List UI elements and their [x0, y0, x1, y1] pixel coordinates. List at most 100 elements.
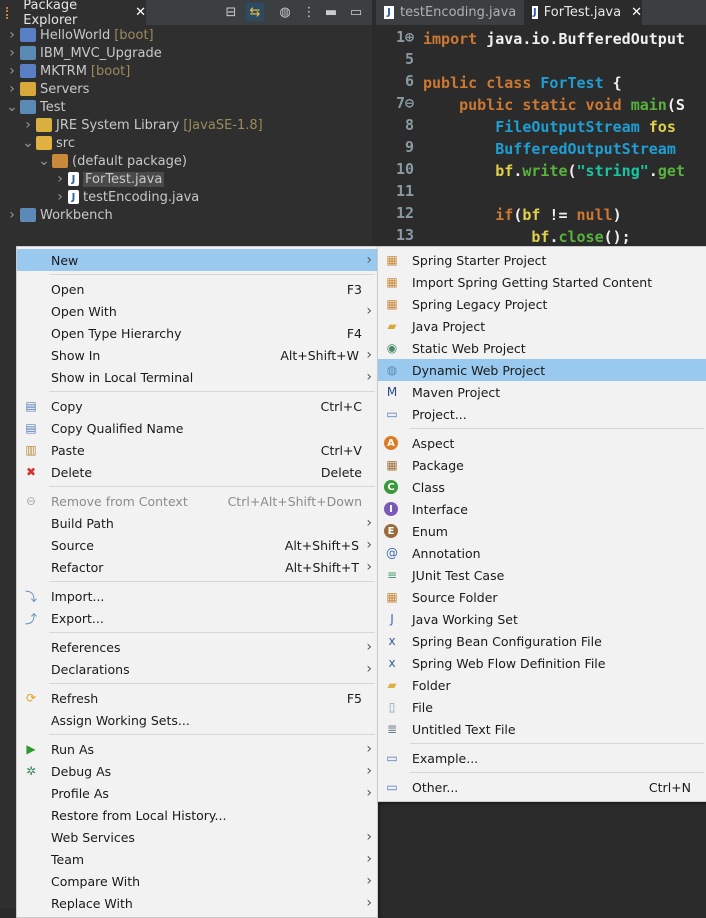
menu-item-dynamic-web-project[interactable]: ◍ Dynamic Web Project — [378, 359, 706, 381]
menu-item-shortcut: Ctrl+C — [320, 398, 362, 414]
tree-item[interactable]: ⌄ (default package) — [38, 152, 187, 170]
tree-item[interactable]: › JRE System Library [JavaSE-1.8] — [22, 116, 263, 134]
link-with-editor-icon[interactable]: ⇆ — [246, 3, 264, 21]
menu-item-web-services[interactable]: Web Services › — [17, 826, 377, 848]
minimize-icon[interactable]: ▬ — [322, 3, 340, 21]
chevron-right-icon[interactable]: › — [6, 81, 18, 97]
menu-item-restore-from-local-history[interactable]: Restore from Local History... — [17, 804, 377, 826]
menu-item-project[interactable]: ▭ Project... — [378, 403, 706, 425]
menu-separator — [49, 683, 375, 684]
menu-item-interface[interactable]: I Interface — [378, 498, 706, 520]
tree-item[interactable]: › J ForTest.java — [54, 170, 165, 188]
static-web-project-icon: ◉ — [386, 341, 398, 355]
menu-item-open[interactable]: Open F3 — [17, 278, 377, 300]
code-token: null — [576, 206, 613, 224]
menu-item-package[interactable]: ▦ Package — [378, 454, 706, 476]
menu-item-spring-web-flow-definition-file[interactable]: x Spring Web Flow Definition File — [378, 652, 706, 674]
tree-item[interactable]: › MKTRM [boot] — [6, 62, 130, 80]
menu-item-label: Paste — [51, 442, 85, 458]
tab-package-explorer[interactable]: Package Explorer ✕ — [0, 0, 146, 28]
menu-item-source-folder[interactable]: ▦ Source Folder — [378, 586, 706, 608]
menu-item-run-as[interactable]: ▶ Run As › — [17, 738, 377, 760]
menu-item-source[interactable]: Source Alt+Shift+S › — [17, 534, 377, 556]
menu-item-references[interactable]: References › — [17, 636, 377, 658]
menu-item-refresh[interactable]: ⟳ Refresh F5 — [17, 687, 377, 709]
menu-item-shortcut: F4 — [346, 325, 362, 341]
menu-item-export[interactable]: ⤴ Export... — [17, 607, 377, 629]
menu-item-compare-with[interactable]: Compare With › — [17, 870, 377, 892]
menu-separator — [49, 632, 375, 633]
menu-separator — [410, 428, 704, 429]
chevron-right-icon[interactable]: › — [6, 45, 18, 61]
menu-item-spring-starter-project[interactable]: ▦ Spring Starter Project — [378, 249, 706, 271]
tree-item[interactable]: › IBM_MVC_Upgrade — [6, 44, 162, 62]
chevron-right-icon[interactable]: › — [6, 207, 18, 223]
code-token: . — [648, 162, 658, 180]
close-icon[interactable]: ✕ — [631, 5, 642, 20]
menu-separator — [49, 274, 375, 275]
menu-item-open-type-hierarchy[interactable]: Open Type Hierarchy F4 — [17, 322, 377, 344]
menu-item-spring-bean-configuration-file[interactable]: x Spring Bean Configuration File — [378, 630, 706, 652]
menu-item-maven-project[interactable]: M Maven Project — [378, 381, 706, 403]
menu-item-import-spring-getting-started-content[interactable]: ▦ Import Spring Getting Started Content — [378, 271, 706, 293]
chevron-right-icon[interactable]: › — [54, 171, 66, 187]
menu-item-new[interactable]: New › — [17, 249, 377, 271]
menu-item-java-working-set[interactable]: J Java Working Set — [378, 608, 706, 630]
collapse-all-icon[interactable]: ⊟ — [222, 3, 240, 21]
chevron-right-icon[interactable]: › — [54, 189, 66, 205]
menu-item-untitled-text-file[interactable]: ≣ Untitled Text File — [378, 718, 706, 740]
menu-item-static-web-project[interactable]: ◉ Static Web Project — [378, 337, 706, 359]
tree-item[interactable]: › Servers — [6, 80, 89, 98]
menu-item-folder[interactable]: ▰ Folder — [378, 674, 706, 696]
menu-item-copy[interactable]: ▤ Copy Ctrl+C — [17, 395, 377, 417]
tree-item[interactable]: › Workbench — [6, 206, 113, 224]
menu-item-spring-legacy-project[interactable]: ▦ Spring Legacy Project — [378, 293, 706, 315]
menu-item-delete[interactable]: ✖ Delete Delete — [17, 461, 377, 483]
tab-testencoding-java[interactable]: J testEncoding.java — [376, 0, 524, 25]
menu-item-aspect[interactable]: A Aspect — [378, 432, 706, 454]
debug-icon: ✲ — [25, 764, 37, 778]
menu-item-class[interactable]: C Class — [378, 476, 706, 498]
menu-item-refactor[interactable]: Refactor Alt+Shift+T › — [17, 556, 377, 578]
menu-item-junit-test-case[interactable]: ≡ JUnit Test Case — [378, 564, 706, 586]
menu-item-assign-working-sets[interactable]: Assign Working Sets... — [17, 709, 377, 731]
menu-item-paste[interactable]: ▥ Paste Ctrl+V — [17, 439, 377, 461]
close-icon[interactable]: ✕ — [135, 5, 146, 20]
tree-item[interactable]: › JtestEncoding.java — [54, 188, 199, 206]
chevron-down-icon[interactable]: ⌄ — [22, 135, 34, 151]
tree-item-label: IBM_MVC_Upgrade — [40, 45, 162, 61]
menu-item-other[interactable]: ▭ Other... Ctrl+N — [378, 776, 706, 798]
menu-item-import[interactable]: ⤵ Import... — [17, 585, 377, 607]
menu-item-example[interactable]: ▭ Example... — [378, 747, 706, 769]
menu-item-open-with[interactable]: Open With › — [17, 300, 377, 322]
menu-item-replace-with[interactable]: Replace With › — [17, 892, 377, 914]
menu-item-file[interactable]: ▯ File — [378, 696, 706, 718]
chevron-down-icon[interactable]: ⌄ — [6, 99, 18, 115]
view-menu-icon[interactable]: ⋮ — [300, 3, 318, 21]
menu-item-declarations[interactable]: Declarations › — [17, 658, 377, 680]
chevron-right-icon[interactable]: › — [22, 117, 34, 133]
menu-item-copy-qualified-name[interactable]: ▤ Copy Qualified Name — [17, 417, 377, 439]
maven-project-icon: M — [386, 385, 398, 399]
menu-item-build-path[interactable]: Build Path › — [17, 512, 377, 534]
focus-on-active-task-icon[interactable]: ◍ — [276, 3, 294, 21]
chevron-right-icon[interactable]: › — [6, 27, 18, 43]
maximize-icon[interactable]: ▭ — [347, 3, 365, 21]
line-number: 10 — [395, 160, 414, 178]
code-line: FileOutputStream fos — [423, 118, 676, 136]
menu-item-profile-as[interactable]: Profile As › — [17, 782, 377, 804]
tree-item[interactable]: › HelloWorld [boot] — [6, 26, 153, 44]
menu-item-enum[interactable]: E Enum — [378, 520, 706, 542]
chevron-down-icon[interactable]: ⌄ — [38, 153, 50, 169]
menu-item-team[interactable]: Team › — [17, 848, 377, 870]
tree-item[interactable]: ⌄ src — [22, 134, 75, 152]
menu-item-show-in[interactable]: Show In Alt+Shift+W › — [17, 344, 377, 366]
menu-item-java-project[interactable]: ▰ Java Project — [378, 315, 706, 337]
chevron-right-icon[interactable]: › — [6, 63, 18, 79]
chevron-right-icon: › — [366, 763, 372, 779]
tree-item[interactable]: ⌄ Test — [6, 98, 65, 116]
tab-fortest-java[interactable]: J ForTest.java ✕ — [524, 0, 642, 25]
menu-item-show-in-local-terminal[interactable]: Show in Local Terminal › — [17, 366, 377, 388]
menu-item-annotation[interactable]: @ Annotation — [378, 542, 706, 564]
menu-item-debug-as[interactable]: ✲ Debug As › — [17, 760, 377, 782]
